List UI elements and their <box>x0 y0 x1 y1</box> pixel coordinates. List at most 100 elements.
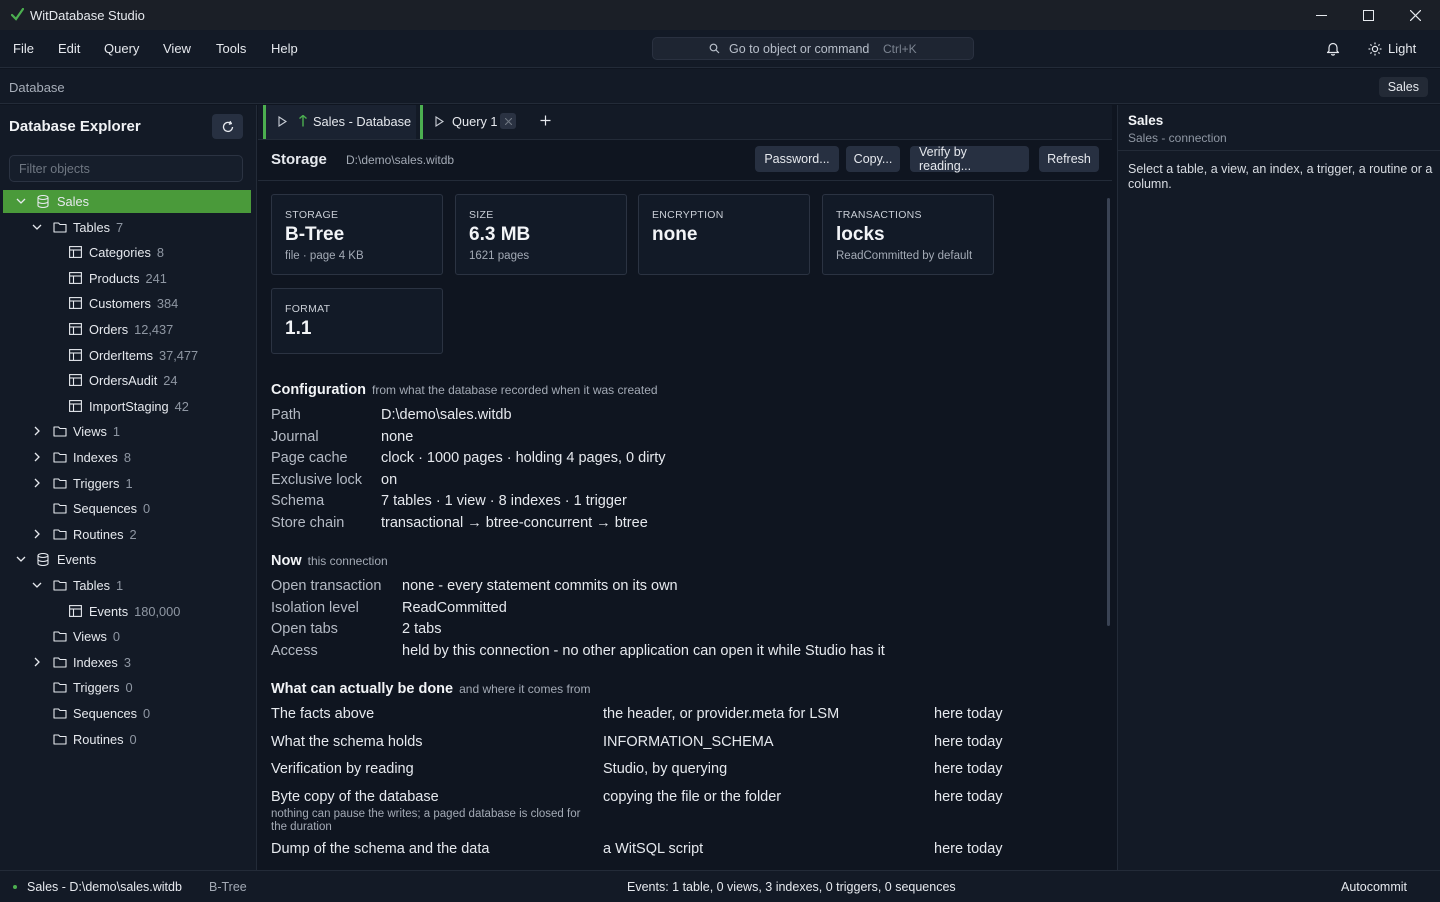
tree-item-label: Sequences 0 <box>73 501 150 516</box>
tree-item-label: Categories 8 <box>89 245 164 260</box>
card-key: FORMAT <box>285 303 331 315</box>
tree-item-name: ImportStaging <box>89 398 169 414</box>
chevron-right-icon[interactable] <box>31 656 43 668</box>
close-window-button[interactable] <box>1392 0 1438 30</box>
theme-toggle-button[interactable]: Light <box>1368 41 1416 56</box>
chevron-right-icon[interactable] <box>31 528 43 540</box>
copy-button[interactable]: Copy... <box>846 146 900 172</box>
tree-item-count: 1 <box>116 578 124 593</box>
table-icon <box>69 297 82 310</box>
kv-row: Isolation level ReadCommitted <box>271 600 1101 620</box>
tree-item-sequences[interactable]: Sequences 0 <box>3 702 251 725</box>
tree-item-orders[interactable]: Orders 12,437 <box>3 318 251 341</box>
tree-item-count: 1 <box>112 424 121 440</box>
tree-item-name: Tables <box>73 578 110 593</box>
tab-sales-database[interactable]: Sales - Database <box>263 105 416 139</box>
capability-row: What the schema holds INFORMATION_SCHEMA h… <box>271 734 1101 754</box>
refresh-button[interactable]: Refresh <box>1039 146 1099 172</box>
tree-item-events[interactable]: Events <box>3 548 251 571</box>
kv-row: Journal none <box>271 429 1101 449</box>
tree-item-categories[interactable]: Categories 8 <box>3 241 251 264</box>
tree-item-name: Triggers <box>73 475 120 491</box>
menu-tools[interactable]: Tools <box>216 41 246 56</box>
tree-item-events[interactable]: Events 180,000 <box>3 600 251 623</box>
connection-chip[interactable]: Sales <box>1378 77 1428 97</box>
status-engine: B-Tree <box>209 880 247 894</box>
chevron-down-icon[interactable] <box>15 195 27 207</box>
tree-item-label: Sequences 0 <box>73 706 150 721</box>
card-sub: 1621 pages <box>469 250 530 262</box>
refresh-explorer-button[interactable] <box>212 114 243 139</box>
tree-item-orderitems[interactable]: OrderItems 37,477 <box>3 344 251 367</box>
status-mode[interactable]: Autocommit <box>1341 880 1407 894</box>
menu-edit[interactable]: Edit <box>58 41 80 56</box>
tree-item-tables[interactable]: Tables 7 <box>3 216 251 239</box>
chevron-down-icon[interactable] <box>31 221 43 233</box>
folder-icon <box>53 477 67 489</box>
tree-item-triggers[interactable]: Triggers 1 <box>3 472 251 495</box>
tab-query-1[interactable]: Query 1 <box>420 105 524 139</box>
kv-key: Page cache <box>271 450 348 467</box>
chevron-down-icon[interactable] <box>31 579 43 591</box>
kv-value: D:\demo\sales.witdb <box>381 407 512 423</box>
kv-value: transactional → btree-concurrent → btree <box>381 515 648 531</box>
command-placeholder: Go to object or command <box>729 42 870 56</box>
tree-item-tables[interactable]: Tables 1 <box>3 574 251 597</box>
tree-item-name: Events <box>57 552 97 568</box>
close-tab-icon[interactable] <box>500 113 516 129</box>
menu-view[interactable]: View <box>163 41 191 56</box>
kv-key: Schema <box>271 493 325 510</box>
database-icon <box>37 195 49 208</box>
card-key: TRANSACTIONS <box>836 209 922 221</box>
command-palette-input[interactable]: Go to object or command Ctrl+K <box>652 37 974 60</box>
chevron-right-icon[interactable] <box>31 425 43 437</box>
tree-item-label: Customers 384 <box>89 296 178 311</box>
tree-item-views[interactable]: Views 1 <box>3 420 251 443</box>
explorer-title: Database Explorer <box>9 118 141 135</box>
password-button[interactable]: Password... <box>755 146 839 172</box>
folder-icon <box>53 656 67 668</box>
kv-key: Exclusive lock <box>271 471 363 488</box>
tree-item-label: Indexes 3 <box>73 655 131 670</box>
tree-item-indexes[interactable]: Indexes 8 <box>3 446 251 469</box>
minimize-button[interactable] <box>1298 0 1344 30</box>
content-scrollbar[interactable] <box>1107 198 1110 626</box>
chevron-right-icon[interactable] <box>31 477 43 489</box>
tree-item-routines[interactable]: Routines 2 <box>3 523 251 546</box>
tree-item-name: Indexes <box>73 450 118 465</box>
inspector-title: Sales <box>1128 113 1164 128</box>
tree-item-sales[interactable]: Sales <box>3 190 251 213</box>
kv-value: none <box>381 428 414 445</box>
tree-item-importstaging[interactable]: ImportStaging 42 <box>3 395 251 418</box>
new-tab-button[interactable] <box>540 115 551 126</box>
menu-file[interactable]: File <box>13 41 34 56</box>
capability-source: copying the file or the folder <box>603 789 782 805</box>
tree-item-customers[interactable]: Customers 384 <box>3 292 251 315</box>
encryption-card: ENCRYPTION none <box>638 194 810 275</box>
menu-query[interactable]: Query <box>104 41 139 56</box>
chevron-right-icon[interactable] <box>31 451 43 463</box>
tree-item-ordersaudit[interactable]: OrdersAudit 24 <box>3 369 251 392</box>
tree-item-sequences[interactable]: Sequences 0 <box>3 497 251 520</box>
filter-objects-input[interactable] <box>10 156 242 181</box>
filter-objects-field[interactable] <box>9 155 243 182</box>
tree-item-views[interactable]: Views 0 <box>3 625 251 648</box>
notifications-bell-icon[interactable] <box>1326 41 1340 56</box>
capability-source: Studio, by querying <box>603 761 728 777</box>
kv-value: on <box>381 471 398 488</box>
tree-item-indexes[interactable]: Indexes 3 <box>3 651 251 674</box>
menu-help[interactable]: Help <box>271 41 298 56</box>
verify-by-reading-button[interactable]: Verify by reading... <box>910 145 1029 173</box>
capability-source: a WitSQL script <box>603 841 704 857</box>
capability-row: Dump of the schema and the data a WitSQL … <box>271 841 1101 861</box>
tree-item-count: 0 <box>143 501 151 517</box>
tree-item-count: 0 <box>143 706 151 721</box>
tree-item-triggers[interactable]: Triggers 0 <box>3 676 251 699</box>
tree-item-name: Routines <box>73 526 124 542</box>
capability-note: nothing can pause the writes; a paged da… <box>271 808 581 833</box>
tree-item-products[interactable]: Products 241 <box>3 267 251 290</box>
chevron-down-icon[interactable] <box>15 553 27 565</box>
inspector-divider <box>1118 150 1440 151</box>
maximize-button[interactable] <box>1345 0 1391 30</box>
tree-item-routines[interactable]: Routines 0 <box>3 728 251 751</box>
